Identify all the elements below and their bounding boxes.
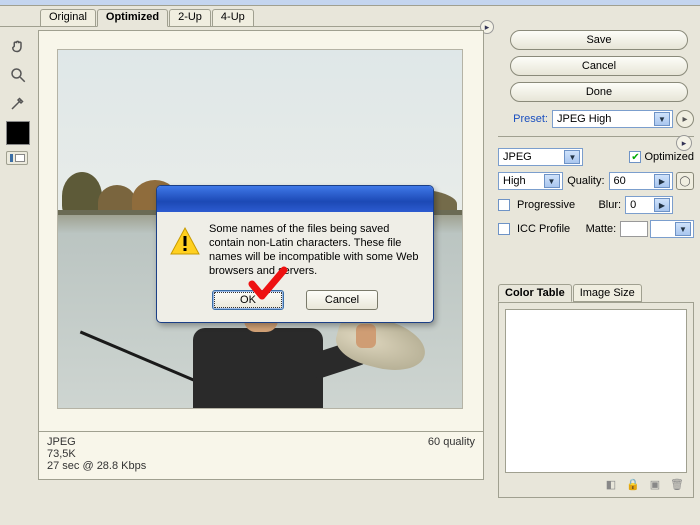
tab-4up[interactable]: 4-Up — [212, 9, 254, 27]
preview-status: JPEG 73,5K 27 sec @ 28.8 Kbps 60 quality — [39, 431, 483, 479]
preset-select[interactable]: JPEG High ▼ — [552, 110, 673, 128]
tab-image-size[interactable]: Image Size — [573, 284, 642, 302]
quality-mask-button[interactable]: ◯ — [676, 172, 694, 190]
preset-label: Preset: — [498, 113, 548, 125]
chevron-down-icon: ▼ — [654, 112, 670, 126]
status-size: 73,5K — [47, 448, 475, 460]
warning-dialog: Some names of the files being saved cont… — [156, 185, 434, 323]
optimized-label: Optimized — [644, 151, 694, 163]
quality-preset-value: High — [503, 175, 526, 187]
foreground-color-swatch[interactable] — [6, 121, 30, 145]
snap-web-icon[interactable]: ◧ — [603, 477, 619, 491]
dialog-ok-button[interactable]: OK — [212, 290, 284, 310]
chevron-down-icon: ▼ — [544, 174, 560, 188]
tab-original[interactable]: Original — [40, 9, 96, 27]
warning-icon — [169, 226, 201, 278]
progressive-label: Progressive — [517, 199, 575, 211]
hand-tool-icon[interactable] — [6, 35, 30, 59]
format-value: JPEG — [503, 151, 532, 163]
optimized-checkbox[interactable]: ✔ — [629, 151, 641, 163]
blur-value: 0 — [630, 199, 636, 211]
status-format: JPEG — [47, 436, 475, 448]
tools-toolbar — [0, 31, 35, 171]
tab-optimized[interactable]: Optimized — [97, 9, 168, 27]
matte-swatch[interactable] — [620, 221, 648, 237]
chevron-right-icon: ▶ — [654, 198, 670, 212]
zoom-tool-icon[interactable] — [6, 63, 30, 87]
matte-label: Matte: — [574, 223, 616, 235]
blur-label: Blur: — [579, 199, 621, 211]
save-button[interactable]: Save — [510, 30, 688, 50]
dialog-message: Some names of the files being saved cont… — [209, 222, 421, 278]
format-select[interactable]: JPEG ▼ — [498, 148, 583, 166]
slice-visibility-button[interactable] — [6, 151, 28, 165]
chevron-right-icon: ▶ — [654, 174, 670, 188]
color-table-well — [505, 309, 687, 473]
view-tabs: Original Optimized 2-Up 4-Up — [40, 8, 255, 26]
quality-preset-select[interactable]: High ▼ — [498, 172, 563, 190]
chevron-down-icon: ▼ — [675, 222, 691, 236]
preset-value: JPEG High — [557, 113, 611, 125]
tab-2up[interactable]: 2-Up — [169, 9, 211, 27]
chevron-down-icon: ▼ — [564, 150, 580, 164]
cancel-button[interactable]: Cancel — [510, 56, 688, 76]
dialog-cancel-button[interactable]: Cancel — [306, 290, 378, 310]
eyedropper-tool-icon[interactable] — [6, 91, 30, 115]
quality-input[interactable]: 60 ▶ — [609, 172, 674, 190]
quality-label: Quality: — [563, 175, 605, 187]
icc-label: ICC Profile — [517, 223, 570, 235]
trash-icon[interactable]: 🗑 — [669, 477, 685, 491]
lock-icon[interactable]: 🔒 — [625, 477, 641, 491]
progressive-checkbox[interactable] — [498, 199, 510, 211]
blur-input[interactable]: 0 ▶ — [625, 196, 673, 214]
settings-menu-button[interactable]: ▸ — [676, 135, 692, 151]
dialog-titlebar[interactable] — [157, 186, 433, 212]
status-time: 27 sec @ 28.8 Kbps — [47, 460, 475, 472]
preset-menu-button[interactable]: ▸ — [676, 110, 694, 128]
new-color-icon[interactable]: ▣ — [647, 477, 663, 491]
status-quality: 60 quality — [428, 436, 475, 448]
tab-color-table[interactable]: Color Table — [498, 284, 572, 302]
icc-checkbox[interactable] — [498, 223, 510, 235]
done-button[interactable]: Done — [510, 82, 688, 102]
matte-select[interactable]: ▼ — [650, 220, 694, 238]
quality-value: 60 — [614, 175, 626, 187]
